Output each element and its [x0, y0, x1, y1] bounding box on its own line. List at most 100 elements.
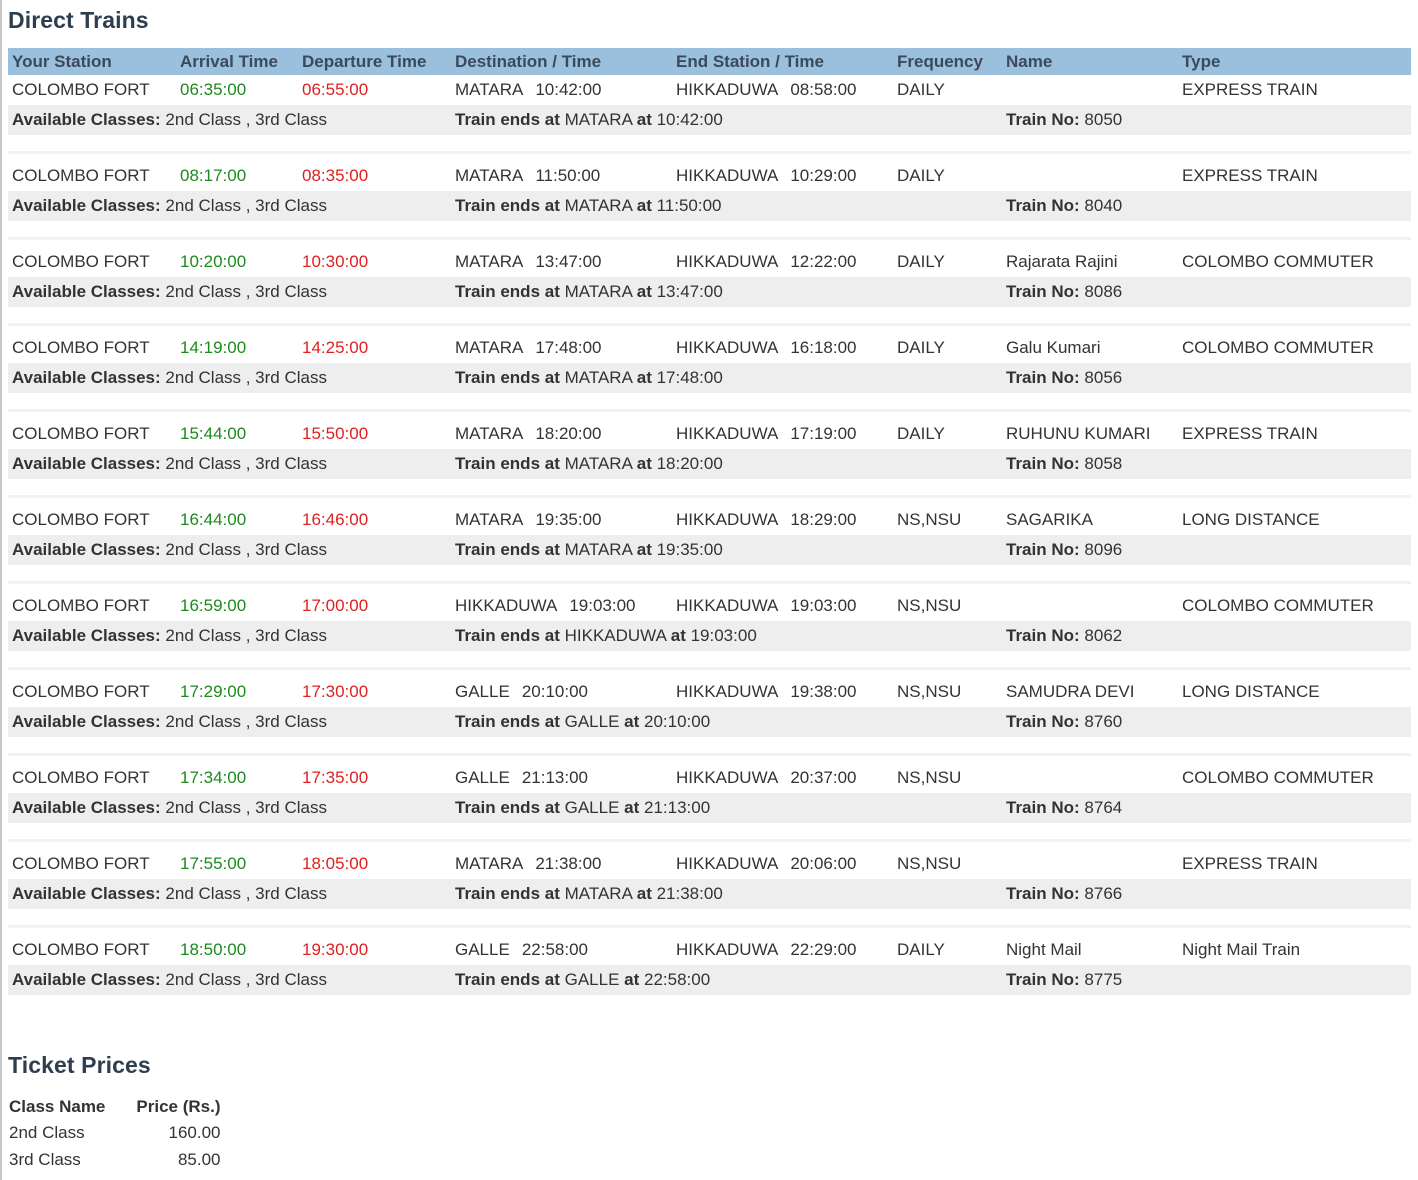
col-header-frequency: Frequency [893, 48, 1002, 75]
destination-cell: MATARA 17:48:00 [451, 333, 672, 363]
separator-cell [8, 479, 1411, 505]
separator-cell [8, 737, 1411, 763]
train-ends-time: 22:58:00 [644, 970, 711, 989]
separator-line [8, 151, 1411, 154]
departure-cell-value: 10:30:00 [302, 252, 369, 271]
train-row: COLOMBO FORT 08:17:00 08:35:00 MATARA 11:50:… [8, 161, 1411, 191]
train-detail-row: Available Classes: 2nd Class , 3rd Class… [8, 879, 1411, 909]
end-station: HIKKADUWA [676, 80, 779, 99]
row-separator [8, 737, 1411, 763]
name-cell [1002, 591, 1178, 621]
separator-cell [8, 135, 1411, 161]
available-classes-cell: Available Classes: 2nd Class , 3rd Class [8, 105, 451, 135]
arrival-cell: 14:19:00 [176, 333, 298, 363]
frequency-cell-value: NS,NSU [897, 510, 962, 529]
train-ends-time: 17:48:00 [656, 368, 723, 387]
frequency-cell: NS,NSU [893, 849, 1002, 879]
train-detail-row: Available Classes: 2nd Class , 3rd Class… [8, 363, 1411, 393]
station-cell: COLOMBO FORT [8, 763, 176, 793]
departure-cell: 19:30:00 [298, 935, 451, 965]
available-classes-value: 2nd Class , 3rd Class [165, 970, 327, 989]
available-classes-cell: Available Classes: 2nd Class , 3rd Class [8, 191, 451, 221]
available-classes-label: Available Classes: [12, 368, 161, 387]
train-no-value: 8040 [1084, 196, 1123, 215]
train-no-value: 8766 [1084, 884, 1123, 903]
train-ends-station: MATARA [564, 540, 632, 559]
end-time: 20:06:00 [790, 854, 857, 873]
station-cell: COLOMBO FORT [8, 849, 176, 879]
train-ends-at-label: at [636, 282, 652, 301]
station-cell-value: COLOMBO FORT [12, 596, 150, 615]
destination-time: 21:38:00 [535, 854, 602, 873]
col-header-price: Price (Rs.) [136, 1096, 221, 1116]
frequency-cell: DAILY [893, 161, 1002, 191]
train-ends-cell: Train ends at MATARA at 21:38:00 [451, 879, 1002, 909]
train-ends-station: MATARA [564, 884, 632, 903]
departure-cell-value: 18:05:00 [302, 854, 369, 873]
train-ends-time: 21:38:00 [656, 884, 723, 903]
col-header-name: Name [1002, 48, 1178, 75]
end-time: 19:38:00 [790, 682, 857, 701]
available-classes-value: 2nd Class , 3rd Class [165, 798, 327, 817]
station-cell: COLOMBO FORT [8, 333, 176, 363]
train-ends-cell: Train ends at MATARA at 18:20:00 [451, 449, 1002, 479]
type-cell: COLOMBO COMMUTER [1178, 247, 1411, 277]
train-no-label: Train No: [1006, 712, 1080, 731]
departure-cell: 17:30:00 [298, 677, 451, 707]
destination-station: MATARA [455, 854, 524, 873]
separator-line [8, 925, 1411, 928]
destination-cell: MATARA 10:42:00 [451, 75, 672, 105]
arrival-cell-value: 17:55:00 [180, 854, 247, 873]
arrival-cell-value: 17:29:00 [180, 682, 247, 701]
table-header-row: Your Station Arrival Time Departure Time… [8, 48, 1411, 75]
row-separator [8, 651, 1411, 677]
price-value: 85.00 [177, 1149, 221, 1169]
end-time: 12:22:00 [790, 252, 857, 271]
train-ends-cell: Train ends at MATARA at 13:47:00 [451, 277, 1002, 307]
end-station: HIKKADUWA [676, 768, 779, 787]
train-ends-cell: Train ends at MATARA at 11:50:00 [451, 191, 1002, 221]
train-ends-station: GALLE [564, 970, 620, 989]
destination-cell: MATARA 13:47:00 [451, 247, 672, 277]
separator-cell [8, 909, 1411, 935]
frequency-cell-value: DAILY [897, 424, 945, 443]
departure-cell-value: 14:25:00 [302, 338, 369, 357]
page-left-border [0, 0, 2, 1180]
separator-line [8, 581, 1411, 584]
row-separator [8, 479, 1411, 505]
train-ends-station: MATARA [564, 110, 632, 129]
end-station-cell: HIKKADUWA 12:22:00 [672, 247, 893, 277]
end-station: HIKKADUWA [676, 596, 779, 615]
train-ends-cell: Train ends at MATARA at 19:35:00 [451, 535, 1002, 565]
train-ends-time: 11:50:00 [656, 196, 722, 215]
separator-line [8, 667, 1411, 670]
name-cell: SAMUDRA DEVI [1002, 677, 1178, 707]
destination-cell: MATARA 19:35:00 [451, 505, 672, 535]
end-station: HIKKADUWA [676, 854, 779, 873]
train-row: COLOMBO FORT 18:50:00 19:30:00 GALLE 22:58:0… [8, 935, 1411, 965]
name-cell-value: RUHUNU KUMARI [1006, 424, 1151, 443]
end-time: 08:58:00 [790, 80, 857, 99]
end-station: HIKKADUWA [676, 682, 779, 701]
train-no-label: Train No: [1006, 970, 1080, 989]
row-separator [8, 221, 1411, 247]
arrival-cell: 18:50:00 [176, 935, 298, 965]
train-row: COLOMBO FORT 10:20:00 10:30:00 MATARA 13:47:… [8, 247, 1411, 277]
station-cell: COLOMBO FORT [8, 161, 176, 191]
train-row: COLOMBO FORT 06:35:00 06:55:00 MATARA 10:42:… [8, 75, 1411, 105]
end-station-cell: HIKKADUWA 18:29:00 [672, 505, 893, 535]
col-header-departure: Departure Time [298, 48, 451, 75]
train-no-label: Train No: [1006, 454, 1080, 473]
train-detail-row: Available Classes: 2nd Class , 3rd Class… [8, 191, 1411, 221]
departure-cell: 16:46:00 [298, 505, 451, 535]
train-ends-at-label: at [670, 626, 686, 645]
frequency-cell-value: DAILY [897, 166, 945, 185]
train-no-cell: Train No: 8760 [1002, 707, 1411, 737]
available-classes-label: Available Classes: [12, 196, 161, 215]
separator-cell [8, 221, 1411, 247]
available-classes-label: Available Classes: [12, 884, 161, 903]
destination-time: 22:58:00 [521, 940, 588, 959]
station-cell-value: COLOMBO FORT [12, 510, 150, 529]
train-ends-label: Train ends at [455, 368, 560, 387]
frequency-cell: DAILY [893, 935, 1002, 965]
